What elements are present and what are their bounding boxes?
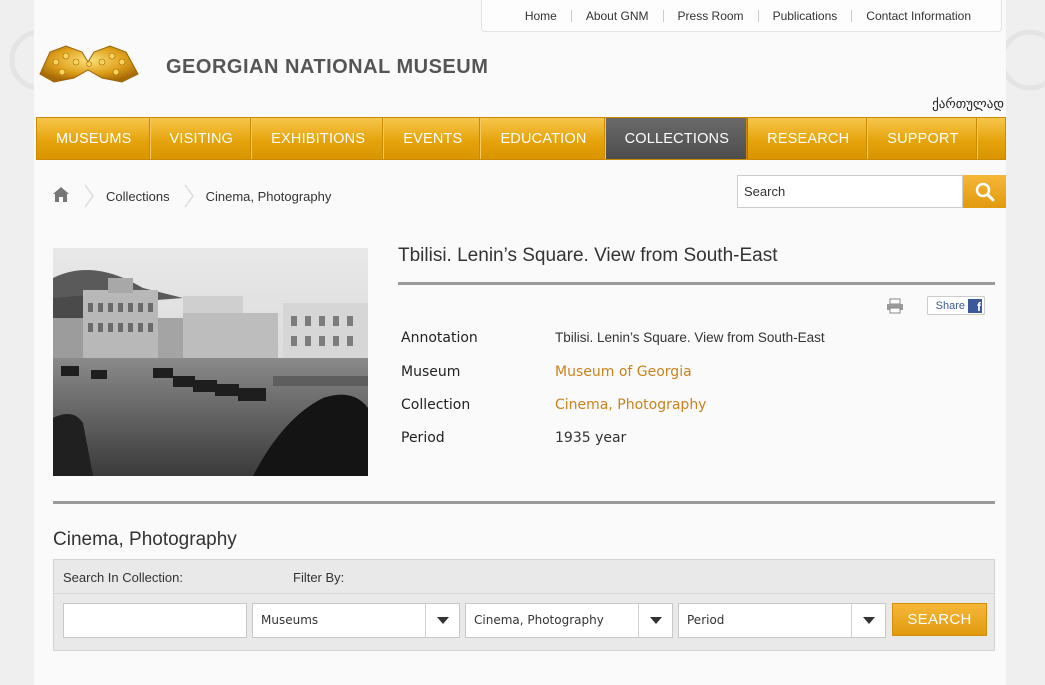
period-select[interactable]: Period <box>678 603 886 638</box>
top-nav-contact[interactable]: Contact Information <box>851 9 985 22</box>
top-nav-press-room[interactable]: Press Room <box>662 9 758 22</box>
museum-value-link[interactable]: Museum of Georgia <box>555 364 692 380</box>
breadcrumb-chevron-icon <box>183 184 194 208</box>
main-nav-education[interactable]: EDUCATION <box>481 118 606 159</box>
item-title: Tbilisi. Lenin’s Square. View from South… <box>398 245 778 266</box>
breadcrumb-chevron-icon <box>84 184 94 208</box>
collection-select-value: Cinema, Photography <box>474 613 604 627</box>
item-photo[interactable] <box>53 248 368 476</box>
collection-value-link[interactable]: Cinema, Photography <box>555 397 706 413</box>
main-nav-support[interactable]: SUPPORT <box>868 118 978 159</box>
title-divider <box>398 282 995 285</box>
chevron-down-icon <box>425 604 459 637</box>
top-nav-about[interactable]: About GNM <box>570 9 663 22</box>
period-label: Period <box>401 430 445 446</box>
search-icon <box>975 182 994 201</box>
main-nav-exhibitions[interactable]: EXHIBITIONS <box>252 118 385 159</box>
print-icon[interactable] <box>886 298 904 314</box>
share-label: Share <box>935 299 965 312</box>
collection-search-input[interactable] <box>63 603 247 638</box>
facebook-icon: f <box>968 298 982 313</box>
top-nav-publications[interactable]: Publications <box>757 9 852 22</box>
top-nav-home[interactable]: Home <box>511 10 571 22</box>
collection-search-button[interactable]: SEARCH <box>892 603 987 636</box>
breadcrumb-item-current: Cinema, Photography <box>205 188 332 204</box>
site-title[interactable]: GEORGIAN NATIONAL MUSEUM <box>166 56 488 79</box>
section-divider <box>53 501 995 504</box>
search-in-collection-label: Search In Collection: <box>63 570 183 585</box>
main-nav-collections[interactable]: COLLECTIONS <box>605 118 749 159</box>
annotation-value: Tbilisi. Lenin’s Square. View from South… <box>555 330 825 345</box>
main-nav-spacer <box>978 118 1006 159</box>
chevron-down-icon <box>851 604 885 637</box>
museum-logo-icon[interactable] <box>36 40 142 86</box>
collection-label: Collection <box>401 397 471 413</box>
site-search-button[interactable] <box>963 175 1006 208</box>
museum-label: Museum <box>401 364 461 380</box>
top-utility-nav: Home About GNM Press Room Publications C… <box>481 0 1002 32</box>
filter-header: Search In Collection: Filter By: <box>54 560 994 594</box>
annotation-label: Annotation <box>401 330 478 346</box>
site-search-input[interactable] <box>737 175 963 208</box>
language-switch-link[interactable]: ქართულად <box>900 96 1004 112</box>
breadcrumb: Collections Cinema, Photography <box>52 184 331 208</box>
period-value: 1935 year <box>555 430 627 446</box>
breadcrumb-item-collections[interactable]: Collections <box>106 189 170 204</box>
collection-section-title: Cinema, Photography <box>53 529 237 550</box>
facebook-share-button[interactable]: Share f <box>927 296 985 315</box>
collection-filter-panel: Search In Collection: Filter By: Museums… <box>53 559 995 651</box>
main-nav-visiting[interactable]: VISITING <box>151 118 253 159</box>
collection-select[interactable]: Cinema, Photography <box>465 603 673 638</box>
main-nav-events[interactable]: EVENTS <box>384 118 482 159</box>
main-nav: MUSEUMS VISITING EXHIBITIONS EVENTS EDUC… <box>36 117 1006 160</box>
main-nav-research[interactable]: RESEARCH <box>748 118 869 159</box>
chevron-down-icon <box>638 604 672 637</box>
period-select-value: Period <box>687 613 725 627</box>
museums-select[interactable]: Museums <box>252 603 460 638</box>
main-nav-museums[interactable]: MUSEUMS <box>37 118 151 159</box>
home-icon[interactable] <box>52 186 70 206</box>
filter-by-label: Filter By: <box>293 570 345 585</box>
museums-select-value: Museums <box>261 613 319 627</box>
